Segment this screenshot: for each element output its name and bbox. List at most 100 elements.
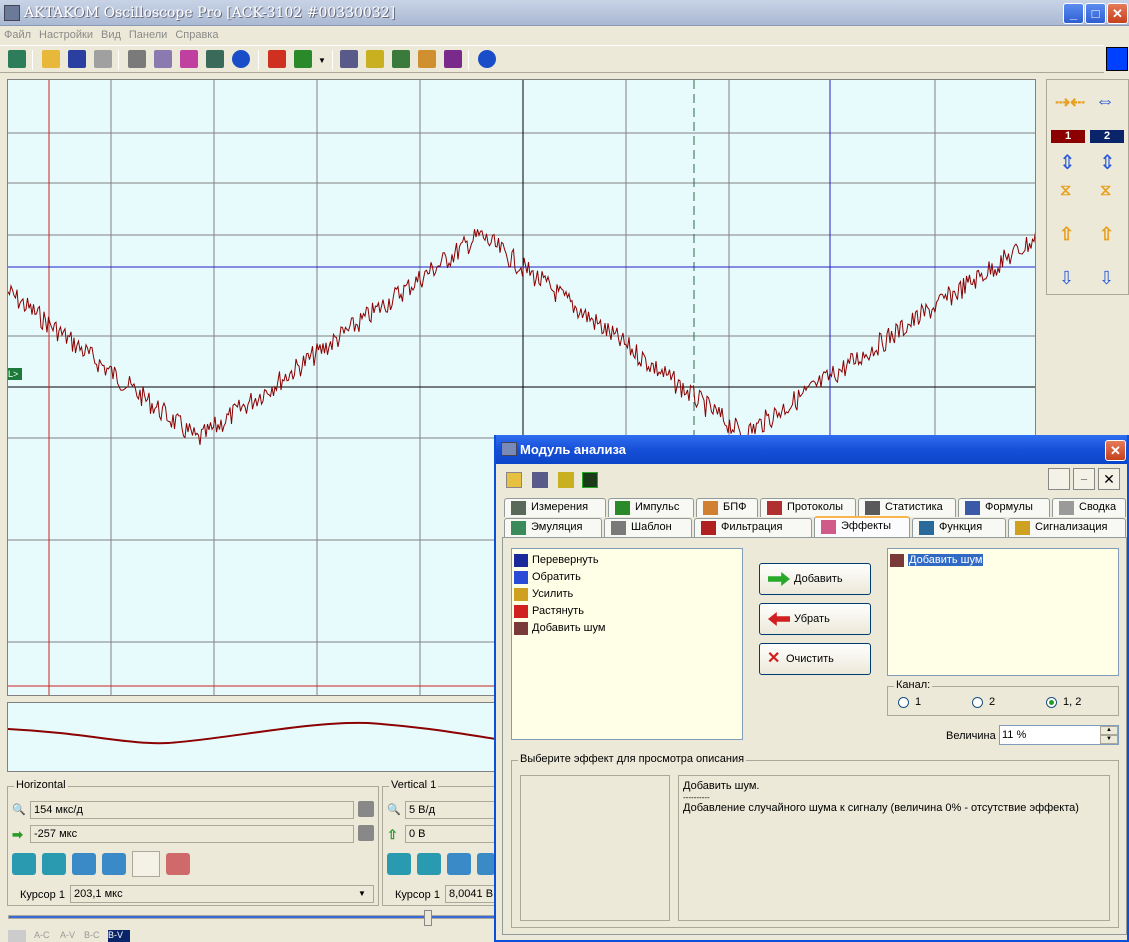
- info-panel-icon[interactable]: [340, 50, 358, 68]
- v-offset-field[interactable]: 0 В: [405, 825, 495, 843]
- radio-both[interactable]: [1046, 696, 1057, 708]
- tab-statistics[interactable]: Статистика: [858, 498, 956, 517]
- menu-settings[interactable]: Настройки: [39, 29, 93, 41]
- list-item[interactable]: Обратить: [512, 569, 742, 586]
- channel-radio-1[interactable]: 1: [898, 696, 921, 708]
- eraser-icon[interactable]: [8, 930, 26, 942]
- dialog-pin-button[interactable]: [1048, 468, 1070, 490]
- time-slider-thumb[interactable]: [424, 910, 432, 926]
- screenshot-icon[interactable]: [206, 50, 224, 68]
- tab-pulse[interactable]: Импульс: [608, 498, 694, 517]
- waveform-icon[interactable]: [180, 50, 198, 68]
- move-up-icon[interactable]: [417, 853, 441, 875]
- copy-icon[interactable]: [128, 50, 146, 68]
- ch2-compress-vertical-icon[interactable]: ⧖: [1100, 182, 1111, 200]
- ch1-expand-vertical-icon[interactable]: ⇕: [1059, 150, 1076, 175]
- tab-filtering[interactable]: Фильтрация: [694, 518, 812, 537]
- maximize-button[interactable]: □: [1085, 3, 1106, 24]
- menu-panels[interactable]: Панели: [129, 29, 167, 41]
- tab-effects[interactable]: Эффекты: [814, 516, 910, 537]
- minimize-button[interactable]: _: [1063, 3, 1084, 24]
- clear-button[interactable]: ✕ Очистить: [759, 643, 871, 675]
- status-tab-ac[interactable]: A-C: [34, 930, 56, 942]
- spin-down-icon[interactable]: ▼: [1100, 735, 1118, 744]
- open-folder-icon[interactable]: [42, 50, 60, 68]
- tab-protocols[interactable]: Протоколы: [760, 498, 856, 517]
- channel-radio-2[interactable]: 2: [972, 696, 995, 708]
- move-down-icon[interactable]: [387, 853, 411, 875]
- dialog-minimize-button[interactable]: _: [1073, 468, 1095, 490]
- expand-horizontal-icon[interactable]: ⇔: [1095, 90, 1115, 113]
- trigger-marker[interactable]: L>: [8, 368, 22, 380]
- status-tab-bc[interactable]: B-C: [84, 930, 106, 942]
- ch1-move-up-icon[interactable]: ⇧: [1059, 224, 1074, 245]
- ch2-move-down-icon[interactable]: ⇩: [1099, 268, 1114, 289]
- list-item[interactable]: Перевернуть: [512, 552, 742, 569]
- chevron-down-icon[interactable]: ▼: [318, 56, 326, 65]
- status-tab-av[interactable]: A-V: [60, 930, 82, 942]
- tab-measurements[interactable]: Измерения: [504, 498, 606, 517]
- time-slider[interactable]: [8, 915, 496, 919]
- radio-1[interactable]: [898, 696, 909, 708]
- ch2-expand-vertical-icon[interactable]: ⇕: [1099, 150, 1116, 175]
- list-item[interactable]: Усилить: [512, 586, 742, 603]
- menu-file[interactable]: Файл: [4, 29, 31, 41]
- list-item[interactable]: Добавить шум: [888, 552, 1118, 569]
- tab-formulas[interactable]: Формулы: [958, 498, 1050, 517]
- reset-zoom-icon[interactable]: [166, 853, 190, 875]
- paste-icon[interactable]: [154, 50, 172, 68]
- radio-2[interactable]: [972, 696, 983, 708]
- zoom-out-icon[interactable]: [102, 853, 126, 875]
- zoom-in-icon[interactable]: [72, 853, 96, 875]
- ch1-move-down-icon[interactable]: ⇩: [1059, 268, 1074, 289]
- tab-fft[interactable]: БПФ: [696, 498, 758, 517]
- menu-help[interactable]: Справка: [175, 29, 218, 41]
- channel-radio-both[interactable]: 1, 2: [1046, 696, 1081, 708]
- color-icon[interactable]: [444, 50, 462, 68]
- menu-view[interactable]: Вид: [101, 29, 121, 41]
- print-icon[interactable]: [94, 50, 112, 68]
- close-button[interactable]: ✕: [1107, 3, 1128, 24]
- scope-icon[interactable]: [582, 472, 598, 488]
- compress-horizontal-icon[interactable]: ⇢⇠: [1055, 92, 1085, 113]
- color-indicator[interactable]: [1106, 47, 1128, 71]
- import-icon[interactable]: [294, 50, 312, 68]
- offset-field[interactable]: -257 мкс: [30, 825, 354, 843]
- cut-icon[interactable]: [268, 50, 286, 68]
- status-tab-bv[interactable]: B-V: [108, 930, 130, 942]
- tab-emulation[interactable]: Эмуляция: [504, 518, 602, 537]
- selected-effects-list[interactable]: Добавить шум: [887, 548, 1119, 676]
- v-zoom-in-icon[interactable]: [447, 853, 471, 875]
- effects-list[interactable]: Перевернуть Обратить Усилить Растянуть Д…: [511, 548, 743, 740]
- scroll-right-icon[interactable]: [42, 853, 66, 875]
- dialog-close-button[interactable]: ✕: [1105, 440, 1126, 461]
- offset-lock-icon[interactable]: [358, 825, 374, 841]
- tab-signaling[interactable]: Сигнализация: [1008, 518, 1126, 537]
- dialog-close-inner-button[interactable]: ✕: [1098, 468, 1120, 490]
- list-item[interactable]: Добавить шум: [512, 620, 742, 637]
- ruler-icon[interactable]: [558, 472, 574, 488]
- remove-button[interactable]: Убрать: [759, 603, 871, 635]
- connect-icon[interactable]: [8, 50, 26, 68]
- h-cursor-select[interactable]: 203,1 мкс: [70, 885, 374, 903]
- chevron-down-icon[interactable]: ▼: [352, 886, 372, 902]
- ruler-icon[interactable]: [366, 50, 384, 68]
- favorite-icon[interactable]: [506, 472, 522, 488]
- scale-field[interactable]: 5 В/д: [405, 801, 495, 819]
- timebase-lock-icon[interactable]: [358, 801, 374, 817]
- tab-function[interactable]: Функция: [912, 518, 1006, 537]
- timebase-field[interactable]: 154 мкс/д: [30, 801, 354, 819]
- add-button[interactable]: Добавить: [759, 563, 871, 595]
- v-zoom-out-icon[interactable]: [477, 853, 495, 875]
- ch1-compress-vertical-icon[interactable]: ⧖: [1060, 182, 1071, 200]
- pause-icon[interactable]: [232, 50, 250, 68]
- tools-icon[interactable]: [392, 50, 410, 68]
- grid-toggle-icon[interactable]: [132, 851, 160, 877]
- scroll-left-icon[interactable]: [12, 853, 36, 875]
- tab-template[interactable]: Шаблон: [604, 518, 692, 537]
- ch2-move-up-icon[interactable]: ⇧: [1099, 224, 1114, 245]
- info-icon[interactable]: [532, 472, 548, 488]
- list-item[interactable]: Растянуть: [512, 603, 742, 620]
- save-icon[interactable]: [68, 50, 86, 68]
- magnitude-input[interactable]: 11 % ▲ ▼: [999, 725, 1119, 745]
